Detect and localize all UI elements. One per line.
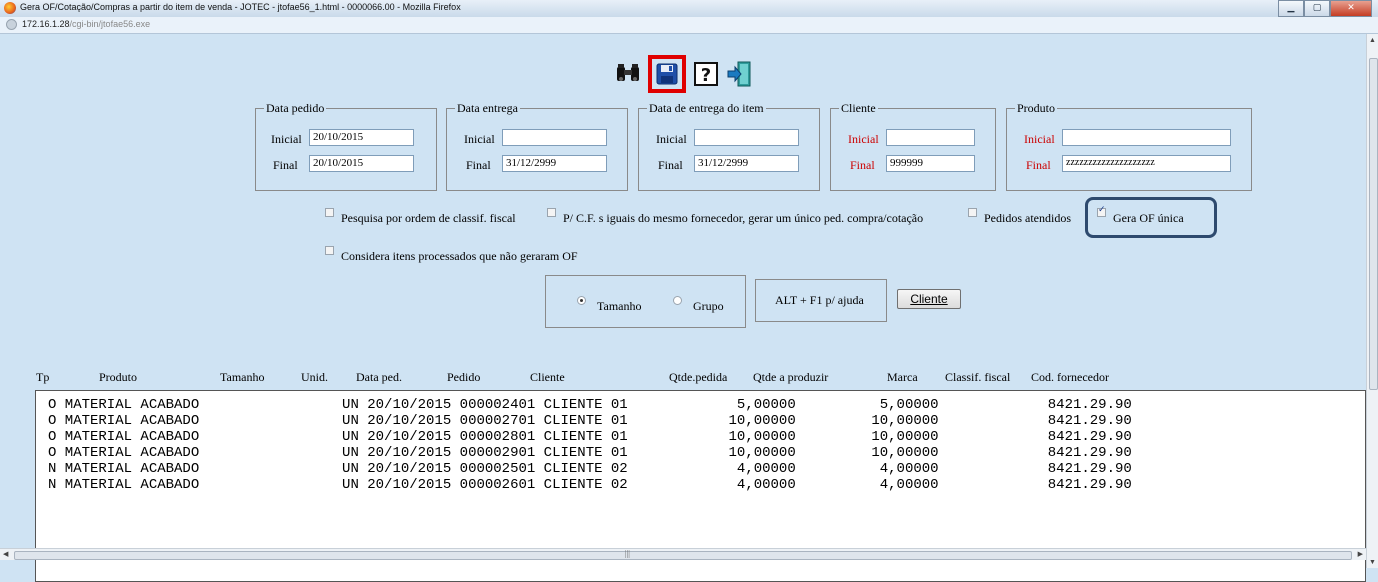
site-identity-icon[interactable] [6,19,17,30]
produto-final-input[interactable]: zzzzzzzzzzzzzzzzzzzz [1062,155,1231,172]
data-pedido-inicial-input[interactable]: 20/10/2015 [309,129,414,146]
col-header-qtde-produzir: Qtde a produzir [753,370,829,384]
label-final: Final [658,158,683,172]
label-inicial: Inicial [464,132,495,146]
help-icon[interactable]: ? [692,60,720,88]
pedidos-atendidos-label: Pedidos atendidos [984,211,1071,225]
maximize-icon[interactable]: ▢ [1304,0,1330,17]
pedidos-atendidos-checkbox[interactable] [968,208,977,217]
close-icon[interactable]: ✕ [1330,0,1372,17]
data-pedido-final-input[interactable]: 20/10/2015 [309,155,414,172]
url-host: 172.16.1.28 [22,19,70,29]
list-item[interactable]: O MATERIAL ACABADO UN 20/10/2015 0000029… [48,445,1132,461]
scroll-down-icon[interactable]: ▼ [1369,558,1376,566]
pesquisa-classif-label: Pesquisa por ordem de classif. fiscal [341,211,516,225]
vertical-scrollbar[interactable]: ▲ ▼ [1366,34,1378,568]
scroll-right-icon[interactable]: ▶ [1358,550,1363,558]
considera-itens-checkbox[interactable] [325,246,334,255]
toolbar: ? [614,55,754,93]
data-entrega-inicial-input[interactable] [502,129,607,146]
grupo-radio[interactable] [673,296,682,305]
col-header-pedido: Pedido [447,370,481,384]
tamanho-label: Tamanho [597,299,642,313]
grupo-label: Grupo [693,299,724,313]
col-header-data-ped: Data ped. [356,370,402,384]
window-controls: ▁ ▢ ✕ [1278,0,1372,17]
pc-iguais-checkbox[interactable] [547,208,556,217]
scroll-up-icon[interactable]: ▲ [1369,36,1376,44]
legend-data-entrega: Data entrega [457,101,518,115]
label-final: Final [273,158,298,172]
horizontal-scrollbar[interactable]: ◀ ||| ▶ [0,548,1366,560]
list-item[interactable]: N MATERIAL ACABADO UN 20/10/2015 0000025… [48,461,1132,477]
legend-data-entrega-item: Data de entrega do item [649,101,764,115]
label-inicial: Inicial [848,132,879,146]
gera-of-unica-highlight [1085,197,1217,238]
help-text: ALT + F1 p/ ajuda [775,293,864,307]
horizontal-scroll-thumb[interactable]: ||| [14,549,1352,560]
cliente-final-input[interactable]: 999999 [886,155,975,172]
page-content: ? Data pedido Inicial 20/10/2015 Final 2… [0,34,1366,582]
col-header-marca: Marca [887,370,918,384]
list-item[interactable]: N MATERIAL ACABADO UN 20/10/2015 0000026… [48,477,1132,493]
label-final: Final [1026,158,1051,172]
legend-produto: Produto [1017,101,1056,115]
legend-data-pedido: Data pedido [266,101,325,115]
legend-cliente: Cliente [841,101,876,115]
cliente-button[interactable]: Cliente [897,289,961,309]
url-path: /cgi-bin/jtofae56.exe [69,19,151,29]
considera-itens-label: Considera itens processados que não gera… [341,249,578,263]
data-entrega-item-inicial-input[interactable] [694,129,799,146]
col-header-classif-fiscal: Classif. fiscal [945,370,1011,384]
binoculars-icon[interactable] [614,60,642,88]
list-item[interactable]: O MATERIAL ACABADO UN 20/10/2015 0000027… [48,413,1132,429]
scroll-left-icon[interactable]: ◀ [3,550,8,558]
pesquisa-classif-checkbox[interactable] [325,208,334,217]
col-header-cliente: Cliente [530,370,565,384]
list-item[interactable]: O MATERIAL ACABADO UN 20/10/2015 0000024… [48,397,1132,413]
exit-icon[interactable] [726,60,754,88]
firefox-icon [4,2,16,14]
tamanho-radio[interactable] [577,296,586,305]
col-header-produto: Produto [99,370,138,384]
col-header-tamanho: Tamanho [220,370,265,384]
produto-inicial-input[interactable] [1062,129,1231,146]
svg-text:?: ? [701,65,711,86]
address-url[interactable]: 172.16.1.28/cgi-bin/jtofae56.exe [22,19,150,29]
col-header-qtde-pedida: Qtde.pedida [669,370,728,384]
col-header-cod-fornecedor: Cod. fornecedor [1031,370,1109,384]
col-header-tp: Tp [36,370,50,384]
window-title: Gera OF/Cotação/Compras a partir do item… [20,2,461,12]
vertical-scroll-thumb[interactable] [1369,58,1378,390]
col-header-unid: Unid. [301,370,328,384]
label-inicial: Inicial [271,132,302,146]
data-entrega-item-final-input[interactable]: 31/12/2999 [694,155,799,172]
minimize-icon[interactable]: ▁ [1278,0,1304,17]
data-entrega-final-input[interactable]: 31/12/2999 [502,155,607,172]
address-bar[interactable]: 172.16.1.28/cgi-bin/jtofae56.exe [0,17,1378,34]
save-icon[interactable] [648,55,686,93]
pc-iguais-label: P/ C.F. s iguais do mesmo fornecedor, ge… [563,211,924,225]
cliente-inicial-input[interactable] [886,129,975,146]
label-inicial: Inicial [656,132,687,146]
label-final: Final [466,158,491,172]
list-item[interactable]: O MATERIAL ACABADO UN 20/10/2015 0000028… [48,429,1132,445]
window-titlebar: Gera OF/Cotação/Compras a partir do item… [0,0,1378,18]
scroll-grip-icon: ||| [625,549,630,558]
label-final: Final [850,158,875,172]
label-inicial: Inicial [1024,132,1055,146]
